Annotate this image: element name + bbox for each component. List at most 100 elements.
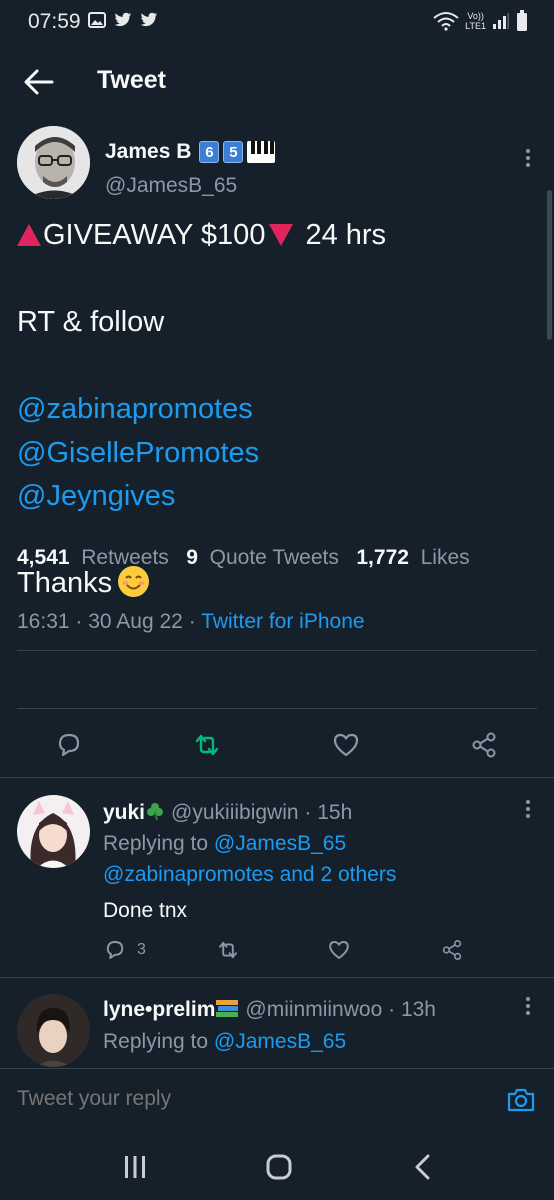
- retweet-icon: [219, 941, 237, 959]
- tweet-actions: [0, 730, 554, 770]
- more-options-icon[interactable]: [524, 148, 532, 168]
- mention-link[interactable]: @Jeyngives: [17, 475, 537, 519]
- back-nav-icon[interactable]: [408, 1154, 438, 1180]
- avatar-photo: [17, 994, 90, 1067]
- share-icon: [442, 940, 462, 960]
- reply-author-handle[interactable]: @miinmiinwoo: [245, 998, 382, 1021]
- tweet-source-link[interactable]: Twitter for iPhone: [201, 610, 364, 633]
- like-action[interactable]: [327, 937, 351, 963]
- share-icon[interactable]: [469, 730, 499, 760]
- more-options-icon[interactable]: [524, 996, 532, 1016]
- retweet-action[interactable]: [216, 937, 240, 963]
- signal-icon: [493, 13, 509, 29]
- likes-stat[interactable]: 1,772 Likes: [356, 546, 469, 569]
- reply-author-avatar[interactable]: [17, 994, 90, 1067]
- like-icon: [329, 941, 349, 959]
- replying-to-mention[interactable]: @JamesB_65: [214, 1030, 346, 1053]
- author-name[interactable]: James B 6 5: [105, 140, 276, 164]
- scrollbar[interactable]: [547, 190, 552, 340]
- replying-to-line: Replying to @JamesB_65: [103, 832, 346, 856]
- duration-text: 24 hrs: [305, 219, 387, 251]
- tweet-time: 16:31: [17, 610, 70, 633]
- red-triangle-down-icon: [269, 224, 294, 246]
- author-name-text: James B: [105, 140, 192, 163]
- reply-text: Done tnx: [103, 899, 188, 922]
- divider: [17, 650, 537, 651]
- reply-count: 3: [137, 941, 146, 958]
- replying-to-others[interactable]: @zabinapromotes and 2 others: [103, 863, 396, 886]
- thanks-text: Thanks: [17, 567, 113, 599]
- red-triangle-up-icon: [17, 224, 41, 246]
- reply-author-name[interactable]: lyne•prelim: [103, 998, 215, 1021]
- more-options-icon[interactable]: [524, 799, 532, 819]
- quotes-label: Quote Tweets: [209, 546, 339, 569]
- tweet-meta: 16:31 · 30 Aug 22 · Twitter for iPhone: [17, 610, 365, 634]
- page-title: Tweet: [97, 66, 166, 94]
- quotes-count: 9: [186, 546, 198, 569]
- replying-to-line: Replying to @JamesB_65: [103, 1030, 346, 1054]
- replying-to-mention[interactable]: @JamesB_65: [214, 832, 346, 855]
- engagement-stats: 4,541 Retweets 9 Quote Tweets 1,772 Like…: [17, 546, 470, 570]
- lte-label: LTE1: [465, 21, 486, 31]
- number-badge-5: 5: [223, 141, 244, 163]
- battery-icon: [517, 10, 527, 31]
- reply-icon: [106, 941, 124, 959]
- giveaway-text: GIVEAWAY $100: [43, 219, 266, 251]
- smiling-face-emoji: [118, 566, 150, 597]
- reply-header: yuki @yukiiibigwin · 15h: [103, 801, 353, 824]
- mention-link[interactable]: @zabinapromotes: [17, 388, 537, 432]
- back-button[interactable]: [22, 66, 56, 98]
- books-icon: [216, 1000, 239, 1017]
- divider: [0, 777, 554, 778]
- reply-header: lyne•prelim @miinmiinwoo · 13h: [103, 998, 436, 1021]
- avatar-photo: [17, 126, 90, 199]
- number-badge-6: 6: [199, 141, 220, 163]
- notification-icons: [88, 12, 158, 28]
- recent-apps-icon[interactable]: [120, 1154, 150, 1180]
- replying-to-label: Replying to: [103, 832, 209, 855]
- reply-author-handle[interactable]: @yukiiibigwin: [171, 801, 299, 824]
- tweet-date: 30 Aug 22: [88, 610, 183, 633]
- quote-tweets-stat[interactable]: 9 Quote Tweets: [186, 546, 339, 569]
- like-icon[interactable]: [331, 730, 361, 760]
- status-bar: 07:59 Vo)) LTE1: [0, 0, 554, 44]
- reply-author-avatar[interactable]: [17, 795, 90, 868]
- reply-input[interactable]: [17, 1087, 477, 1111]
- system-icons: Vo)) LTE1: [433, 10, 528, 32]
- divider: [17, 708, 537, 709]
- status-time: 07:59: [28, 10, 81, 33]
- mention-link[interactable]: @GisellePromotes: [17, 432, 537, 476]
- meta-separator: ·: [188, 610, 196, 633]
- reply-icon[interactable]: [54, 730, 84, 760]
- author-handle[interactable]: @JamesB_65: [105, 174, 237, 198]
- shamrock-icon: [147, 803, 164, 821]
- author-avatar[interactable]: [17, 126, 90, 199]
- reply-composer: [0, 1068, 554, 1130]
- retweets-count: 4,541: [17, 546, 70, 569]
- retweets-stat[interactable]: 4,541 Retweets: [17, 546, 169, 569]
- home-icon[interactable]: [264, 1154, 294, 1180]
- back-arrow-icon: [24, 69, 54, 95]
- reply-tweet[interactable]: lyne•prelim @miinmiinwoo · 13h Replying t…: [0, 994, 554, 1068]
- share-action[interactable]: [440, 937, 464, 963]
- tweet-line-giveaway: GIVEAWAY $100 24 hrs: [17, 214, 537, 258]
- camera-icon[interactable]: [506, 1085, 536, 1115]
- piano-icon: [247, 141, 276, 163]
- reply-action[interactable]: 3: [103, 937, 146, 963]
- likes-label: Likes: [420, 546, 470, 569]
- twitter-icon: [140, 12, 158, 27]
- volte-icon: Vo)) LTE1: [465, 11, 486, 31]
- replying-to-line-2: @zabinapromotes and 2 others: [103, 863, 396, 887]
- divider: [0, 977, 554, 978]
- meta-separator: ·: [75, 610, 83, 633]
- gallery-icon: [88, 12, 106, 28]
- volte-label: Vo)): [467, 11, 484, 21]
- retweets-label: Retweets: [81, 546, 169, 569]
- reply-actions: 3: [0, 937, 554, 967]
- retweet-icon[interactable]: [192, 730, 222, 760]
- top-app-bar: Tweet: [0, 52, 554, 112]
- twitter-icon: [114, 12, 132, 27]
- reply-author-name[interactable]: yuki: [103, 801, 145, 824]
- avatar-photo: [17, 795, 90, 868]
- replying-to-label: Replying to: [103, 1030, 209, 1053]
